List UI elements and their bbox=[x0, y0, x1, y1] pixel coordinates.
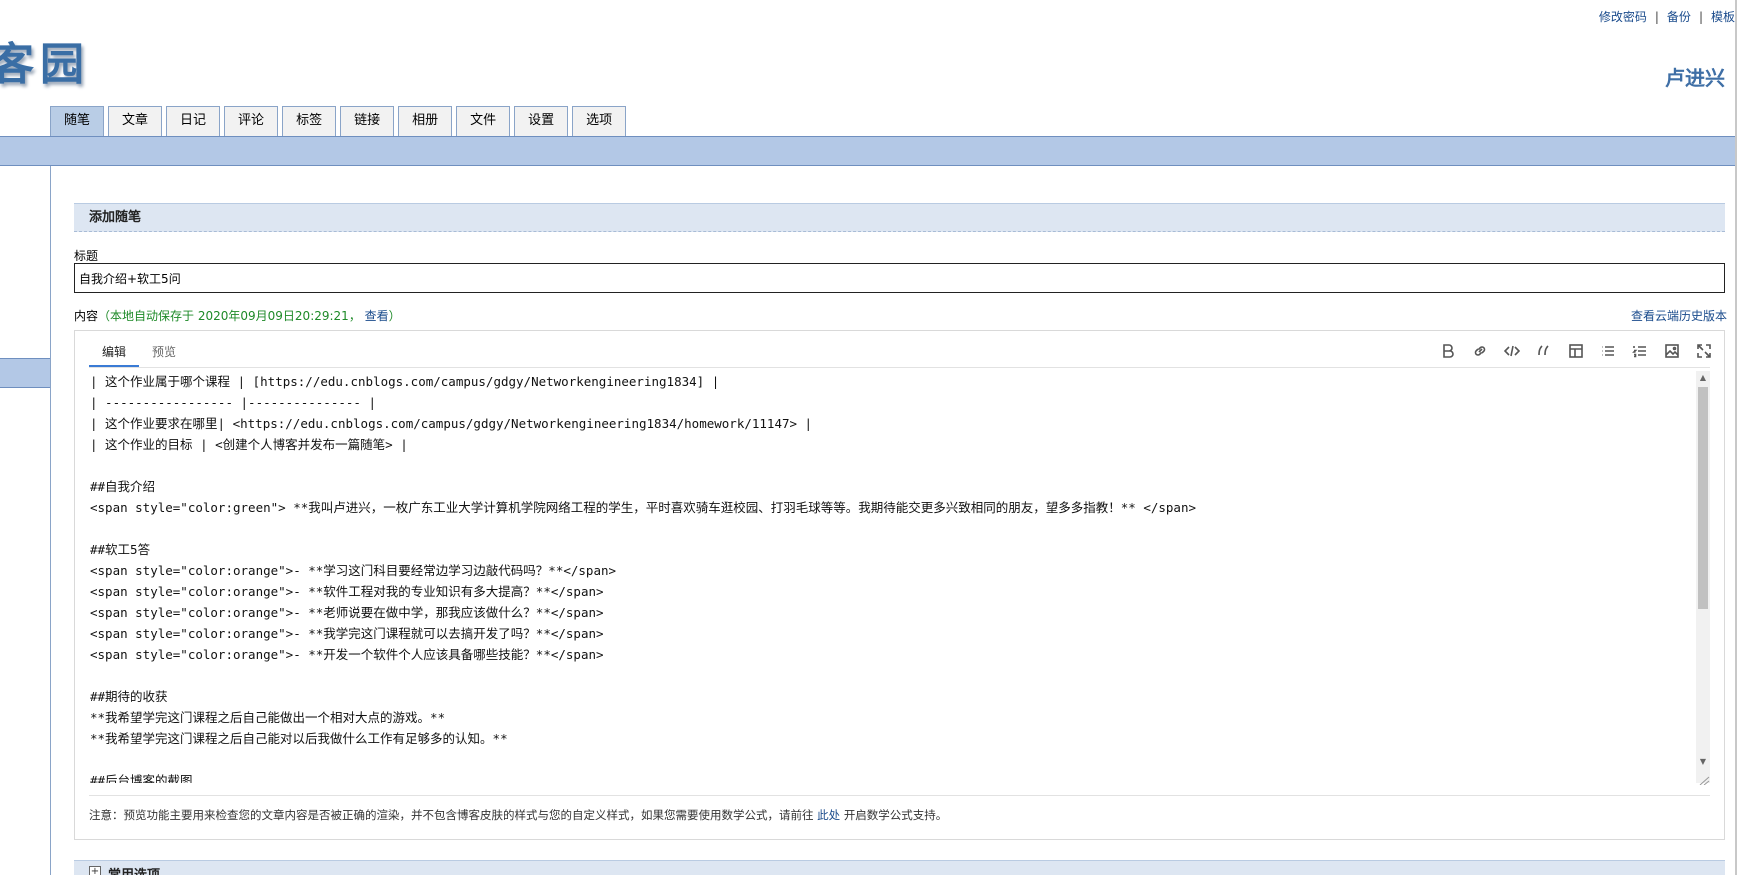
preview-note: 注意：预览功能主要用来检查您的文章内容是否被正确的渲染，并不包含博客皮肤的样式与… bbox=[89, 807, 947, 823]
resize-grip-icon[interactable] bbox=[1696, 775, 1710, 785]
markdown-textarea[interactable]: | 这个作业属于哪个课程 | [https://edu.cnblogs.com/… bbox=[90, 371, 1694, 783]
code-line: **我希望学完这门课程之后自己能做出一个相对大点的游戏。** bbox=[90, 710, 446, 725]
code-line: <span style="color:orange">- **开发一个软件个人应… bbox=[90, 647, 604, 662]
template-link[interactable]: 模板 bbox=[1711, 10, 1735, 24]
code-line: <span style="color:orange">- **软件工程对我的专业… bbox=[90, 584, 604, 599]
content-left-border bbox=[50, 166, 51, 875]
site-logo: 客园 bbox=[0, 39, 90, 90]
scroll-thumb[interactable] bbox=[1698, 387, 1708, 609]
page-border bbox=[1735, 0, 1737, 875]
title-input[interactable] bbox=[74, 263, 1725, 293]
note-suffix: 开启数学公式支持。 bbox=[843, 808, 948, 822]
scroll-up-icon[interactable]: ▲ bbox=[1696, 371, 1710, 385]
options-section[interactable]: + 常用选项 bbox=[74, 860, 1725, 875]
tab-preview[interactable]: 预览 bbox=[139, 331, 189, 367]
editor-toolbar bbox=[1435, 341, 1716, 361]
options-label: 常用选项 bbox=[108, 864, 160, 875]
note-text: 注意：预览功能主要用来检查您的文章内容是否被正确的渲染，并不包含博客皮肤的样式与… bbox=[89, 808, 814, 822]
code-line: <span style="color:orange">- **学习这门科目要经常… bbox=[90, 563, 617, 578]
bold-icon[interactable] bbox=[1435, 341, 1460, 361]
code-line: <span style="color:green"> **我叫卢进兴，一枚广东工… bbox=[90, 500, 1197, 515]
code-line: ##后台博客的截图 bbox=[90, 773, 193, 783]
autosave-close: ） bbox=[388, 309, 401, 323]
autosave-view-link[interactable]: 查看 bbox=[365, 309, 389, 323]
markdown-editor: 编辑 预览 | 这个作业属于哪个课程 | [https://edu.cnblog… bbox=[74, 330, 1725, 840]
separator: | bbox=[1654, 10, 1659, 24]
tab-tags[interactable]: 标签 bbox=[282, 106, 337, 136]
separator: | bbox=[1698, 10, 1703, 24]
unordered-list-icon[interactable] bbox=[1595, 341, 1620, 361]
autosave-open: （ bbox=[98, 309, 111, 323]
math-support-link[interactable]: 此处 bbox=[817, 808, 840, 822]
code-line: **我希望学完这门课程之后自己能对以后我做什么工作有足够多的认知。** bbox=[90, 731, 508, 746]
code-line: <span style="color:orange">- **我学完这门课程就可… bbox=[90, 626, 604, 641]
table-icon[interactable] bbox=[1563, 341, 1588, 361]
expand-icon[interactable]: + bbox=[89, 866, 101, 875]
divider bbox=[89, 795, 1710, 796]
tab-settings[interactable]: 设置 bbox=[514, 106, 569, 136]
tab-albums[interactable]: 相册 bbox=[398, 106, 453, 136]
nav-tabs: 随笔 文章 日记 评论 标签 链接 相册 文件 设置 选项 bbox=[50, 106, 630, 136]
section-title: 添加随笔 bbox=[74, 203, 1725, 232]
link-icon[interactable] bbox=[1467, 341, 1492, 361]
code-line: ##自我介绍 bbox=[90, 479, 156, 494]
autosave-status: 本地自动保存于 2020年09月09日20:29:21， bbox=[110, 309, 361, 323]
sidebar-highlight bbox=[0, 358, 50, 388]
tab-comments[interactable]: 评论 bbox=[224, 106, 279, 136]
code-line: | ----------------- |--------------- | bbox=[90, 395, 376, 410]
code-line: ##期待的收获 bbox=[90, 689, 168, 704]
editor-scrollbar[interactable]: ▲ ▼ bbox=[1696, 371, 1710, 783]
user-name: 卢进兴 bbox=[1665, 66, 1725, 90]
cloud-history-link[interactable]: 查看云端历史版本 bbox=[1631, 307, 1727, 324]
change-password-link[interactable]: 修改密码 bbox=[1599, 10, 1647, 24]
tab-options[interactable]: 选项 bbox=[572, 106, 627, 136]
backup-link[interactable]: 备份 bbox=[1667, 10, 1691, 24]
code-line: | 这个作业要求在哪里| <https://edu.cnblogs.com/ca… bbox=[90, 416, 813, 431]
content-label: 内容 bbox=[74, 309, 99, 323]
code-icon[interactable] bbox=[1499, 341, 1524, 361]
code-line: | 这个作业的目标 | <创建个人博客并发布一篇随笔> | bbox=[90, 437, 408, 452]
editor-tabs: 编辑 预览 bbox=[89, 331, 189, 367]
code-line: | 这个作业属于哪个课程 | [https://edu.cnblogs.com/… bbox=[90, 374, 720, 389]
image-icon[interactable] bbox=[1659, 341, 1684, 361]
fullscreen-icon[interactable] bbox=[1691, 341, 1716, 361]
tab-diary[interactable]: 日记 bbox=[166, 106, 221, 136]
tab-posts[interactable]: 随笔 bbox=[50, 106, 105, 136]
code-line: ##软工5答 bbox=[90, 542, 151, 557]
title-label: 标题 bbox=[74, 249, 99, 263]
tab-articles[interactable]: 文章 bbox=[108, 106, 163, 136]
quote-icon[interactable] bbox=[1531, 341, 1556, 361]
top-links: 修改密码 | 备份 | 模板 bbox=[1599, 8, 1735, 25]
sub-nav-bar bbox=[0, 136, 1735, 166]
ordered-list-icon[interactable] bbox=[1627, 341, 1652, 361]
divider bbox=[89, 367, 1710, 368]
tab-files[interactable]: 文件 bbox=[456, 106, 511, 136]
tab-links[interactable]: 链接 bbox=[340, 106, 395, 136]
content-label-row: 内容（本地自动保存于 2020年09月09日20:29:21， 查看） bbox=[74, 307, 401, 324]
scroll-down-icon[interactable]: ▼ bbox=[1696, 755, 1710, 769]
tab-edit[interactable]: 编辑 bbox=[89, 331, 140, 367]
code-line: <span style="color:orange">- **老师说要在做中学，… bbox=[90, 605, 604, 620]
